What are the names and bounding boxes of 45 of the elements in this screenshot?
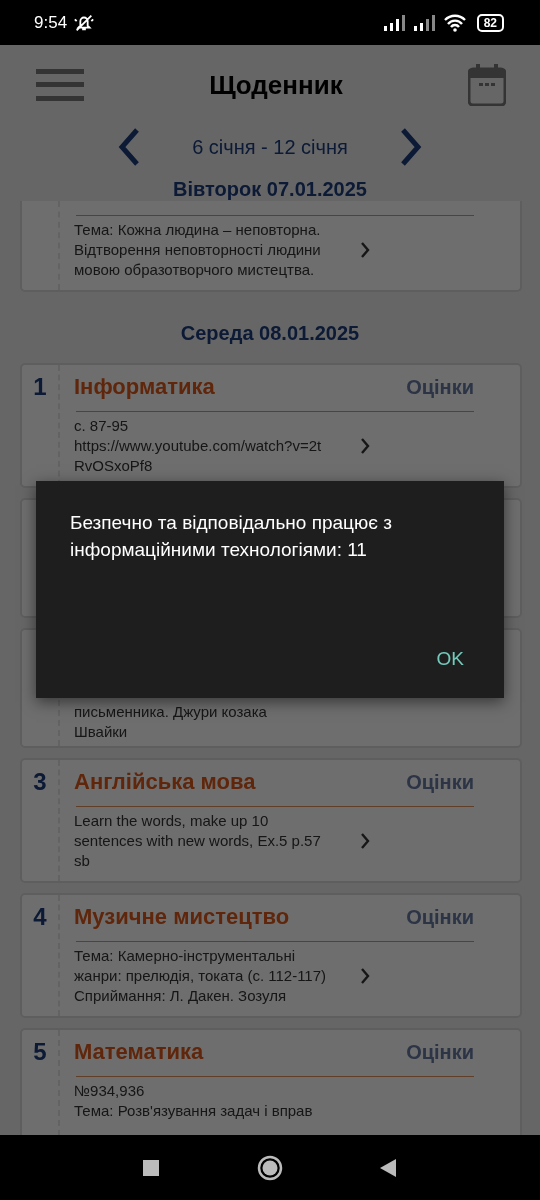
next-week-icon[interactable]	[399, 128, 422, 166]
grades-link[interactable]: Оцінки	[406, 770, 474, 794]
lesson-card[interactable]: Тема: Кожна людина – неповторна. Відтворення неповторності людини мовою образотворчого мистецтва.	[20, 201, 522, 292]
lesson-number: 5	[33, 1038, 47, 1067]
lesson-number: 1	[33, 373, 47, 402]
week-range: 6 січня - 12 січня	[192, 135, 348, 159]
menu-icon[interactable]	[36, 69, 84, 101]
battery-indicator: 82	[476, 13, 504, 32]
lesson-note: №934,936 Тема: Розв'язування задач і вправ	[74, 1081, 314, 1121]
grades-link[interactable]: Оцінки	[406, 905, 474, 929]
grades-link[interactable]: Оцінки	[406, 375, 474, 399]
lesson-number: 3	[33, 768, 47, 797]
ok-button[interactable]: OK	[422, 642, 478, 676]
calendar-icon[interactable]	[468, 64, 506, 106]
lesson-card[interactable]: 1 Інформатика Оцінки с. 87-95 https://www.youtube.com/watch?v=2t RvOSxoPf8	[20, 363, 522, 488]
lesson-number: 4	[33, 903, 47, 932]
lesson-card[interactable]: 3 Англійська мова Оцінки Learn the words, make up 10 sentences with new words, Ex.5 p.57 sb	[20, 758, 522, 883]
back-icon[interactable]	[380, 1158, 396, 1177]
subject-name: Математика	[74, 1039, 204, 1065]
chevron-right-icon[interactable]	[360, 438, 370, 454]
wifi-icon	[442, 13, 467, 32]
signal-icon	[412, 14, 437, 31]
lesson-note: Тема: Камерно-інструментальні жанри: прелюдія, токата (с. 112-117) Сприймання: Л. Дакен. Зозуля	[74, 946, 328, 1006]
lesson-note: Learn the words, make up 10 sentences with new words, Ex.5 p.57 sb	[74, 811, 322, 871]
chevron-right-icon[interactable]	[360, 968, 370, 984]
grades-link[interactable]: Оцінки	[406, 1040, 474, 1064]
dialog-message: Безпечно та відповідально працює з інформаційними технологіями: 11	[70, 511, 393, 562]
subject-name: Музичне мистецтво	[74, 904, 290, 930]
page-title: Щоденник	[209, 69, 343, 101]
chevron-right-icon[interactable]	[360, 242, 370, 258]
lesson-note: Тема: Кожна людина – неповторна. Відтворення неповторності людини мовою образотворчого мистецтва.	[74, 220, 322, 280]
previous-week-icon[interactable]	[118, 128, 141, 166]
lesson-card[interactable]: 5 Математика Оцінки №934,936 Тема: Розв'язування задач і вправ	[20, 1028, 522, 1135]
day-heading: Середа 08.01.2025	[179, 321, 361, 346]
day-heading: Вівторок 07.01.2025	[172, 177, 368, 201]
subject-name: Англійська мова	[74, 769, 256, 795]
subject-name: Інформатика	[74, 374, 215, 400]
lesson-card[interactable]: 4 Музичне мистецтво Оцінки Тема: Камерно-інструментальні жанри: прелюдія, токата (с. 112-117) Сприймання: Л. Дакен. Зозуля	[20, 893, 522, 1018]
lesson-note: письменника. Джури козака Швайки	[74, 702, 268, 742]
status-time: 9:54	[34, 12, 68, 33]
lesson-note: с. 87-95 https://www.youtube.com/watch?v=2t RvOSxoPf8	[74, 416, 323, 476]
signal-icon	[382, 14, 407, 31]
recents-icon[interactable]	[143, 1159, 159, 1176]
home-icon[interactable]	[256, 1154, 283, 1181]
chevron-right-icon[interactable]	[360, 833, 370, 849]
